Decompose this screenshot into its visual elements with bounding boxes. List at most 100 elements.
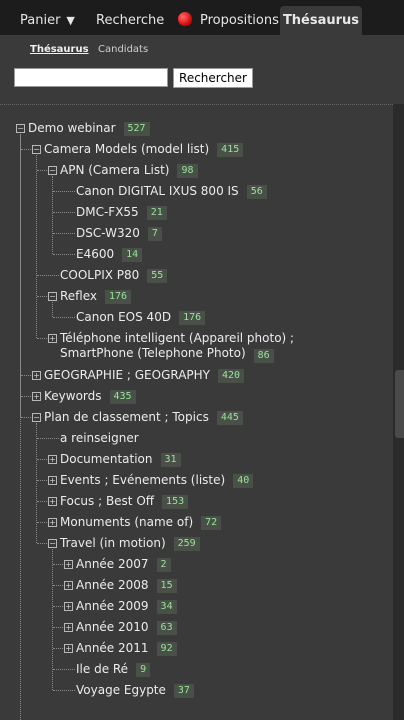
count-badge: 176 (179, 311, 206, 325)
expand-toggle-icon[interactable]: + (32, 392, 41, 401)
tree-node-events-evenements-liste[interactable]: Events ; Evénements (liste) (60, 473, 225, 488)
search-input[interactable] (14, 68, 168, 87)
count-badge: 34 (156, 600, 177, 614)
search-button[interactable]: Rechercher (173, 68, 253, 88)
tree-branch (37, 296, 47, 297)
tab-thesaurus[interactable]: Thésaurus (280, 6, 362, 35)
count-badge: 445 (216, 411, 243, 425)
collapse-toggle-icon[interactable]: − (16, 124, 25, 133)
tree-node-dsc-w320[interactable]: DSC-W320 (76, 226, 140, 241)
tree-connector (20, 134, 21, 720)
tab-propositions[interactable]: Propositions (178, 6, 279, 35)
tree-branch (53, 564, 63, 565)
tree-node-label: Ile de Ré (76, 662, 129, 676)
tree-node-label: Canon DIGITAL IXUS 800 IS (76, 184, 239, 198)
count-badge: 98 (177, 164, 198, 178)
tree-branch (53, 606, 63, 607)
expand-toggle-icon[interactable]: + (48, 476, 57, 485)
expand-toggle-icon[interactable]: + (32, 371, 41, 380)
tree-branch (37, 275, 59, 276)
tree-node-label: Année 2007 (76, 557, 149, 571)
tree-node-canon-eos-40d[interactable]: Canon EOS 40D (76, 310, 171, 325)
tree-branch (37, 438, 59, 439)
tree-branch (37, 459, 47, 460)
expand-toggle-icon[interactable]: + (48, 518, 57, 527)
tab-recherche[interactable]: Recherche (96, 6, 164, 35)
expand-toggle-icon[interactable]: + (64, 623, 73, 632)
count-badge: 176 (105, 290, 132, 304)
subtab-thesaurus[interactable]: Thésaurus (30, 44, 89, 55)
tree-node-ile-de-re[interactable]: Ile de Ré (76, 662, 128, 677)
tree-branch (53, 254, 75, 255)
tree-node-label: E4600 (76, 247, 115, 261)
count-badge: 415 (217, 143, 244, 157)
expand-toggle-icon[interactable]: + (48, 455, 57, 464)
tree-node-annee-2010[interactable]: Année 2010 (76, 620, 149, 635)
expand-toggle-icon[interactable]: + (64, 560, 73, 569)
tree-node-demo-webinar[interactable]: Demo webinar (28, 121, 116, 136)
tree-node-focus-best-off[interactable]: Focus ; Best Off (60, 494, 154, 509)
tab-panier[interactable]: Panier ▼ (20, 6, 75, 35)
tab-thesaurus-label: Thésaurus (282, 13, 360, 28)
count-badge: 56 (246, 185, 267, 199)
count-badge: 420 (218, 369, 245, 383)
subtab-candidats[interactable]: Candidats (98, 44, 148, 55)
tree-node-plan-de-classement-topics[interactable]: Plan de classement ; Topics (44, 410, 209, 425)
tree-node-a-reinseigner[interactable]: a reinseigner (60, 431, 139, 446)
count-badge: 9 (136, 663, 151, 677)
count-badge: 15 (156, 579, 177, 593)
tree-node-keywords[interactable]: Keywords (44, 389, 102, 404)
tree-node-canon-digital-ixus-800-is[interactable]: Canon DIGITAL IXUS 800 IS (76, 184, 239, 199)
tree-branch (37, 501, 47, 502)
tree-branch (21, 375, 31, 376)
expand-toggle-icon[interactable]: + (64, 581, 73, 590)
tree-node-e4600[interactable]: E4600 (76, 247, 114, 262)
tree-node-annee-2011[interactable]: Année 2011 (76, 641, 149, 656)
expand-toggle-icon[interactable]: + (48, 497, 57, 506)
collapse-toggle-icon[interactable]: − (48, 292, 57, 301)
count-badge: 72 (201, 516, 222, 530)
tree-node-camera-models-model-list[interactable]: Camera Models (model list) (44, 142, 209, 157)
collapse-toggle-icon[interactable]: − (32, 413, 41, 422)
tree-branch (37, 522, 47, 523)
count-badge: 40 (233, 474, 254, 488)
tree-node-coolpix-p80[interactable]: COOLPIX P80 (60, 268, 139, 283)
tree-branch (53, 233, 75, 234)
tree-top-divider (0, 104, 393, 105)
tree-node-annee-2009[interactable]: Année 2009 (76, 599, 149, 614)
scrollbar-thumb[interactable] (395, 370, 404, 438)
collapse-toggle-icon[interactable]: − (48, 166, 57, 175)
expand-toggle-icon[interactable]: + (48, 334, 57, 343)
collapse-toggle-icon[interactable]: − (32, 145, 41, 154)
expand-toggle-icon[interactable]: + (64, 644, 73, 653)
tree-branch (53, 648, 63, 649)
tree-connector (36, 155, 37, 338)
red-dot-icon (178, 12, 192, 26)
tree-node-travel-in-motion[interactable]: Travel (in motion) (60, 536, 166, 551)
tab-propositions-label: Propositions (200, 13, 279, 28)
count-badge: 63 (156, 621, 177, 635)
tree-node-apn-camera-list[interactable]: APN (Camera List) (60, 163, 169, 178)
tree-connector (36, 423, 37, 543)
expand-toggle-icon[interactable]: + (64, 602, 73, 611)
tree-node-label: Keywords (44, 389, 102, 403)
tree-node-label: Plan de classement ; Topics (44, 410, 209, 424)
tree-node-documentation[interactable]: Documentation (60, 452, 153, 467)
tree-node-label: Camera Models (model list) (44, 142, 210, 156)
tree-node-reflex[interactable]: Reflex (60, 289, 97, 304)
tree-branch (21, 149, 31, 150)
tree-node-voyage-egypte[interactable]: Voyage Egypte (76, 683, 166, 698)
tree-node-label: DMC-FX55 (76, 205, 139, 219)
tree-node-dmc-fx55[interactable]: DMC-FX55 (76, 205, 139, 220)
tree-node-annee-2007[interactable]: Année 2007 (76, 557, 149, 572)
tree-node-label: Année 2009 (76, 599, 149, 613)
tree-node-label: Events ; Evénements (liste) (60, 473, 226, 487)
tree-node-annee-2008[interactable]: Année 2008 (76, 578, 149, 593)
tree-node-label: GEOGRAPHIE ; GEOGRAPHY (44, 368, 211, 382)
count-badge: 527 (123, 122, 150, 136)
collapse-toggle-icon[interactable]: − (48, 539, 57, 548)
count-badge: 86 (253, 349, 274, 363)
tree-node-geographie-geography[interactable]: GEOGRAPHIE ; GEOGRAPHY (44, 368, 210, 383)
tree-node-label: Année 2011 (76, 641, 149, 655)
tree-node-monuments-name-of[interactable]: Monuments (name of) (60, 515, 193, 530)
